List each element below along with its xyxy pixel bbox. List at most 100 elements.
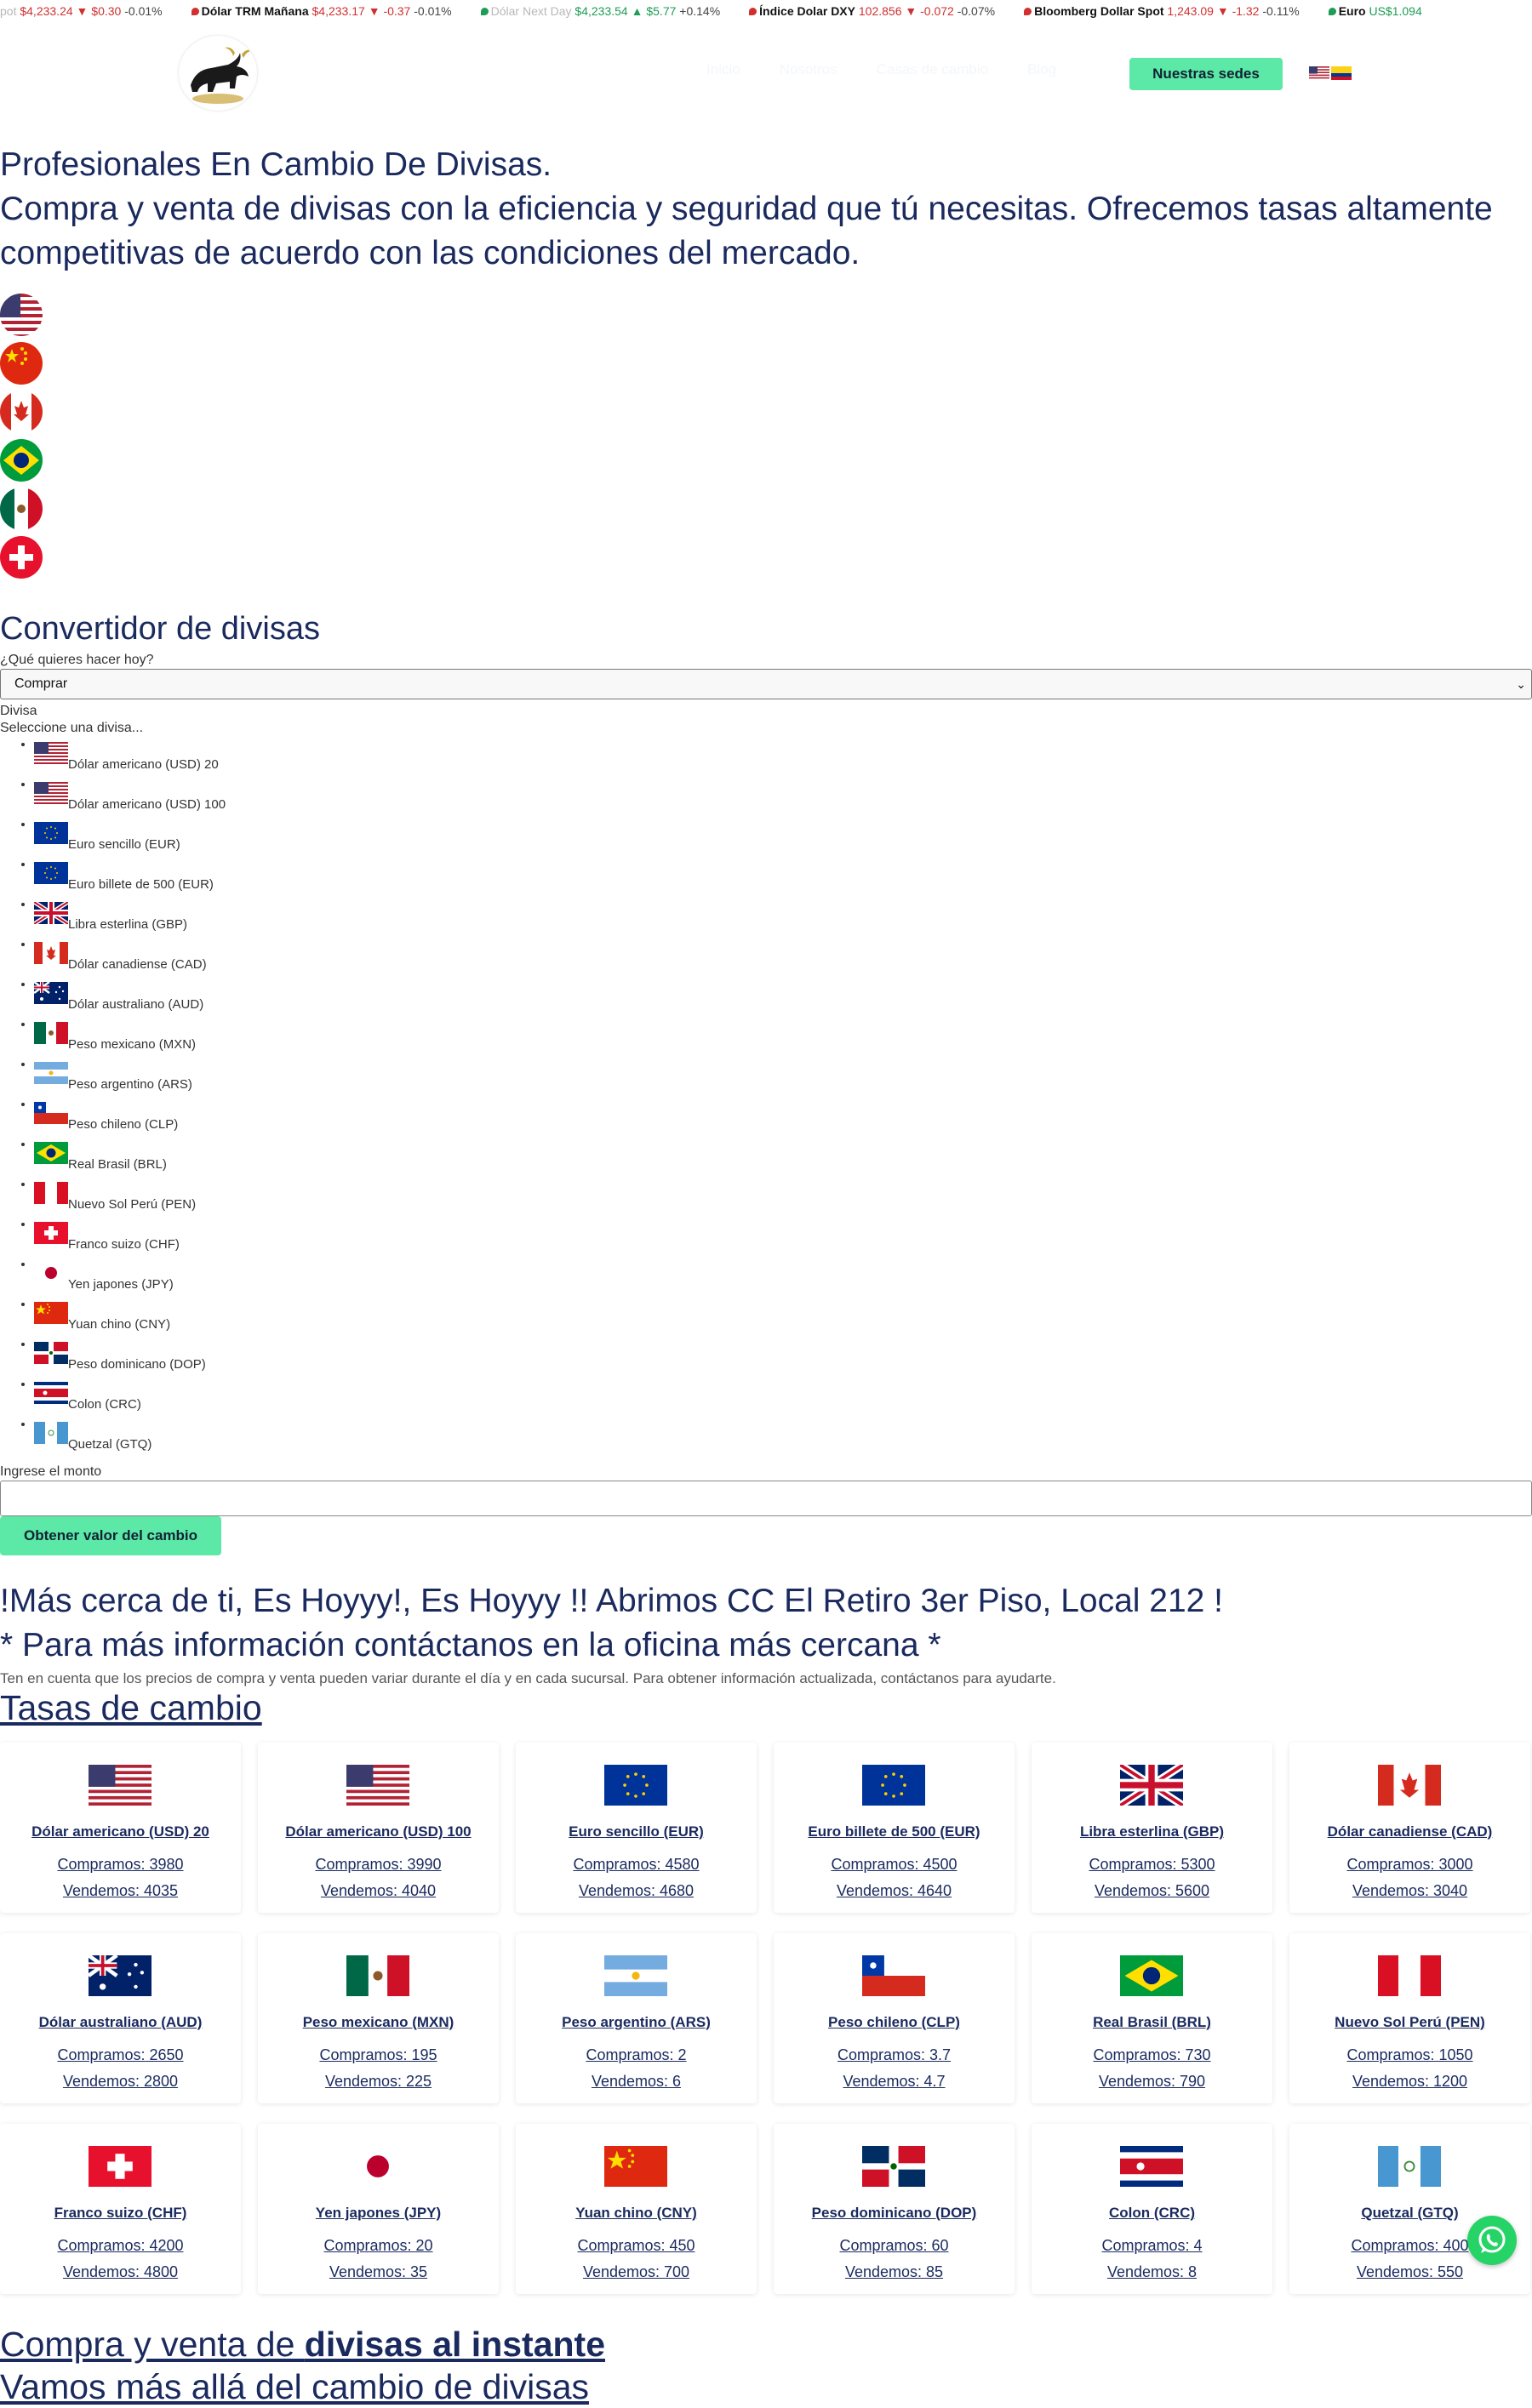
rate-card-buy[interactable]: Compramos: 4200 bbox=[0, 2237, 241, 2255]
rate-card-currency[interactable]: Dólar americano (USD) 20 bbox=[0, 1823, 241, 1840]
rate-card-buy[interactable]: Compramos: 4 bbox=[1032, 2237, 1272, 2255]
rate-card-sell[interactable]: Vendemos: 225 bbox=[258, 2073, 499, 2091]
divisa-option[interactable]: Peso argentino (ARS) bbox=[34, 1057, 1532, 1097]
nav-link[interactable]: Blog bbox=[1027, 61, 1056, 78]
rate-card[interactable]: Euro sencillo (EUR) Compramos: 4580 Vendem… bbox=[516, 1743, 757, 1913]
rate-card-currency[interactable]: Yen japones (JPY) bbox=[258, 2205, 499, 2222]
rate-card[interactable]: Peso argentino (ARS) Compramos: 2 Vendemos… bbox=[516, 1933, 757, 2103]
rate-card-buy[interactable]: Compramos: 2 bbox=[516, 2046, 757, 2064]
rate-card[interactable]: Dólar americano (USD) 100 Compramos: 3990… bbox=[258, 1743, 499, 1913]
divisa-option[interactable]: Peso chileno (CLP) bbox=[34, 1097, 1532, 1137]
rate-card-buy[interactable]: Compramos: 3990 bbox=[258, 1856, 499, 1874]
rate-card-buy[interactable]: Compramos: 4580 bbox=[516, 1856, 757, 1874]
spanish-colombia-flag-icon[interactable] bbox=[1331, 66, 1352, 80]
divisa-option[interactable]: Yuan chino (CNY) bbox=[34, 1297, 1532, 1337]
rate-card-sell[interactable]: Vendemos: 1200 bbox=[1289, 2073, 1530, 2091]
rate-card-currency[interactable]: Colon (CRC) bbox=[1032, 2205, 1272, 2222]
divisa-option[interactable]: Nuevo Sol Perú (PEN) bbox=[34, 1177, 1532, 1217]
rate-card-sell[interactable]: Vendemos: 5600 bbox=[1032, 1882, 1272, 1900]
rate-card-currency[interactable]: Peso mexicano (MXN) bbox=[258, 2014, 499, 2031]
rate-card-buy[interactable]: Compramos: 60 bbox=[774, 2237, 1015, 2255]
whatsapp-button[interactable] bbox=[1467, 2216, 1517, 2265]
rate-card[interactable]: Euro billete de 500 (EUR) Compramos: 4500… bbox=[774, 1743, 1015, 1913]
rate-card-currency[interactable]: Euro billete de 500 (EUR) bbox=[774, 1823, 1015, 1840]
divisa-option[interactable]: Euro sencillo (EUR) bbox=[34, 817, 1532, 857]
rate-card-buy[interactable]: Compramos: 3.7 bbox=[774, 2046, 1015, 2064]
divisa-option[interactable]: Euro billete de 500 (EUR) bbox=[34, 857, 1532, 897]
monto-input[interactable] bbox=[0, 1481, 1532, 1516]
rate-card[interactable]: Peso chileno (CLP) Compramos: 3.7 Vendemos… bbox=[774, 1933, 1015, 2103]
divisa-option[interactable]: Peso mexicano (MXN) bbox=[34, 1017, 1532, 1057]
rate-card[interactable]: Real Brasil (BRL) Compramos: 730 Vendemos:… bbox=[1032, 1933, 1272, 2103]
rate-card-currency[interactable]: Real Brasil (BRL) bbox=[1032, 2014, 1272, 2031]
divisa-option[interactable]: Quetzal (GTQ) bbox=[34, 1417, 1532, 1457]
rate-card-buy[interactable]: Compramos: 450 bbox=[516, 2237, 757, 2255]
rate-card[interactable]: Libra esterlina (GBP) Compramos: 5300 Vend… bbox=[1032, 1743, 1272, 1913]
language-selector[interactable] bbox=[1309, 66, 1352, 80]
divisa-option[interactable]: Dólar australiano (AUD) bbox=[33, 977, 1532, 1017]
rate-card-currency[interactable]: Dólar canadiense (CAD) bbox=[1289, 1823, 1530, 1840]
nav-link[interactable]: Nosotros bbox=[780, 61, 837, 78]
divisa-option[interactable]: Dólar americano (USD) 100 bbox=[34, 777, 1532, 817]
rate-card-sell[interactable]: Vendemos: 4640 bbox=[774, 1882, 1015, 1900]
english-flag-icon[interactable] bbox=[1309, 66, 1329, 80]
divisa-option[interactable]: Dólar canadiense (CAD) bbox=[34, 937, 1532, 977]
rate-card-sell[interactable]: Vendemos: 2800 bbox=[0, 2073, 241, 2091]
rate-card-sell[interactable]: Vendemos: 790 bbox=[1032, 2073, 1272, 2091]
divisa-option[interactable]: Real Brasil (BRL) bbox=[34, 1137, 1532, 1177]
rate-card-buy[interactable]: Compramos: 2650 bbox=[0, 2046, 241, 2064]
divisa-option[interactable]: Dólar americano (USD) 20 bbox=[34, 737, 1532, 777]
obtener-valor-button[interactable]: Obtener valor del cambio bbox=[0, 1516, 221, 1555]
rate-card[interactable]: Dólar canadiense (CAD) Compramos: 3000 Ven… bbox=[1289, 1743, 1530, 1913]
rate-card-currency[interactable]: Libra esterlina (GBP) bbox=[1032, 1823, 1272, 1840]
rate-card-buy[interactable]: Compramos: 20 bbox=[258, 2237, 499, 2255]
rate-card-currency[interactable]: Dólar australiano (AUD) bbox=[0, 2014, 241, 2031]
rate-card-sell[interactable]: Vendemos: 8 bbox=[1032, 2263, 1272, 2281]
tasas-title[interactable]: Tasas de cambio bbox=[0, 1686, 262, 1729]
rate-card-currency[interactable]: Dólar americano (USD) 100 bbox=[258, 1823, 499, 1840]
rate-card-sell[interactable]: Vendemos: 4800 bbox=[0, 2263, 241, 2281]
rate-card[interactable]: Quetzal (GTQ) Compramos: 400 Vendemos: 550 bbox=[1289, 2124, 1530, 2294]
rate-card-sell[interactable]: Vendemos: 4035 bbox=[0, 1882, 241, 1900]
rate-card-buy[interactable]: Compramos: 4500 bbox=[774, 1856, 1015, 1874]
rate-card[interactable]: Dólar australiano (AUD) Compramos: 2650 Ve… bbox=[0, 1933, 241, 2103]
rate-card-currency[interactable]: Peso dominicano (DOP) bbox=[774, 2205, 1015, 2222]
divisa-option[interactable]: Franco suizo (CHF) bbox=[34, 1217, 1532, 1257]
rate-card[interactable]: Yen japones (JPY) Compramos: 20 Vendemos: … bbox=[258, 2124, 499, 2294]
rate-card-sell[interactable]: Vendemos: 35 bbox=[258, 2263, 499, 2281]
rate-card-currency[interactable]: Peso chileno (CLP) bbox=[774, 2014, 1015, 2031]
rate-card-buy[interactable]: Compramos: 1050 bbox=[1289, 2046, 1530, 2064]
rate-card[interactable]: Dólar americano (USD) 20 Compramos: 3980 V… bbox=[0, 1743, 241, 1913]
divisa-option[interactable]: Colon (CRC) bbox=[34, 1377, 1532, 1417]
nav-link[interactable]: Casas de cambio bbox=[877, 61, 988, 78]
rate-card-sell[interactable]: Vendemos: 6 bbox=[516, 2073, 757, 2091]
nuestras-sedes-button[interactable]: Nuestras sedes bbox=[1129, 58, 1283, 90]
divisa-option[interactable]: Peso dominicano (DOP) bbox=[34, 1337, 1532, 1377]
divisa-option[interactable]: Yen japones (JPY) bbox=[34, 1257, 1532, 1297]
rate-card-sell[interactable]: Vendemos: 550 bbox=[1289, 2263, 1530, 2281]
rate-card-buy[interactable]: Compramos: 730 bbox=[1032, 2046, 1272, 2064]
rate-card-buy[interactable]: Compramos: 3000 bbox=[1289, 1856, 1530, 1874]
mas-alla-heading[interactable]: Vamos más allá del cambio de divisas bbox=[0, 2365, 589, 2408]
rate-card-sell[interactable]: Vendemos: 4.7 bbox=[774, 2073, 1015, 2091]
rate-card-sell[interactable]: Vendemos: 700 bbox=[516, 2263, 757, 2281]
rate-card-sell[interactable]: Vendemos: 4040 bbox=[258, 1882, 499, 1900]
action-select[interactable]: Comprar ⌄ bbox=[0, 669, 1532, 699]
rate-card[interactable]: Yuan chino (CNY) Compramos: 450 Vendemos: … bbox=[516, 2124, 757, 2294]
divisa-option[interactable]: Libra esterlina (GBP) bbox=[32, 897, 1532, 937]
bull-logo[interactable] bbox=[179, 36, 257, 111]
rate-card-buy[interactable]: Compramos: 3980 bbox=[0, 1856, 241, 1874]
rate-card-sell[interactable]: Vendemos: 85 bbox=[774, 2263, 1015, 2281]
rate-card[interactable]: Nuevo Sol Perú (PEN) Compramos: 1050 Vende… bbox=[1289, 1933, 1530, 2103]
rate-card-buy[interactable]: Compramos: 5300 bbox=[1032, 1856, 1272, 1874]
rate-card[interactable]: Colon (CRC) Compramos: 4 Vendemos: 8 bbox=[1032, 2124, 1272, 2294]
compra-venta-heading[interactable]: Compra y venta de divisas al instante bbox=[0, 2323, 605, 2365]
rate-card-currency[interactable]: Nuevo Sol Perú (PEN) bbox=[1289, 2014, 1530, 2031]
rate-card-currency[interactable]: Peso argentino (ARS) bbox=[516, 2014, 757, 2031]
rate-card[interactable]: Peso mexicano (MXN) Compramos: 195 Vendemo… bbox=[258, 1933, 499, 2103]
rate-card-sell[interactable]: Vendemos: 3040 bbox=[1289, 1882, 1530, 1900]
nav-link[interactable]: Inicio bbox=[706, 61, 740, 78]
rate-card[interactable]: Peso dominicano (DOP) Compramos: 60 Vendem… bbox=[774, 2124, 1015, 2294]
rate-card-currency[interactable]: Yuan chino (CNY) bbox=[516, 2205, 757, 2222]
divisa-placeholder[interactable]: Seleccione una divisa... bbox=[0, 720, 1532, 737]
